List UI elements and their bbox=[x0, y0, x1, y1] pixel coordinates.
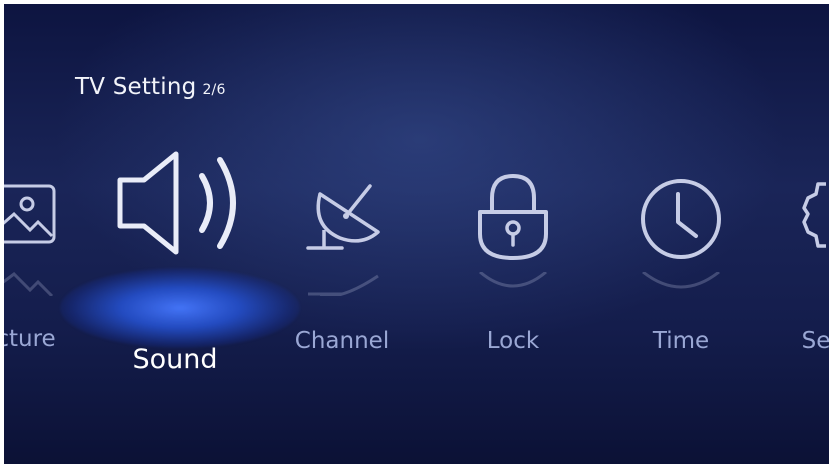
lock-reflection bbox=[479, 272, 547, 288]
frame-left-border bbox=[0, 0, 4, 467]
channel-reflection bbox=[308, 274, 379, 296]
tv-settings-screen: TV Setting 2/6 cture Sound Channel Lock … bbox=[0, 0, 829, 467]
menu-label-setup: Se bbox=[801, 328, 829, 354]
clock-icon bbox=[641, 179, 721, 259]
time-reflection bbox=[642, 272, 720, 289]
satellite-dish-icon bbox=[306, 184, 380, 250]
menu-label-picture: cture bbox=[0, 326, 56, 352]
menu-label-lock: Lock bbox=[486, 328, 540, 354]
menu-label-channel: Channel bbox=[294, 328, 390, 354]
picture-icon bbox=[0, 184, 56, 244]
padlock-icon bbox=[478, 173, 548, 260]
frame-top-border bbox=[0, 0, 829, 4]
gear-icon bbox=[802, 182, 826, 248]
title-text: TV Setting bbox=[75, 74, 197, 100]
menu-label-time: Time bbox=[652, 328, 710, 354]
picture-reflection bbox=[0, 272, 54, 296]
menu-label-sound: Sound bbox=[132, 344, 218, 375]
page-title: TV Setting 2/6 bbox=[75, 74, 226, 100]
speaker-icon bbox=[117, 151, 236, 255]
page-indicator: 2/6 bbox=[202, 82, 226, 98]
selection-glow bbox=[60, 268, 300, 348]
